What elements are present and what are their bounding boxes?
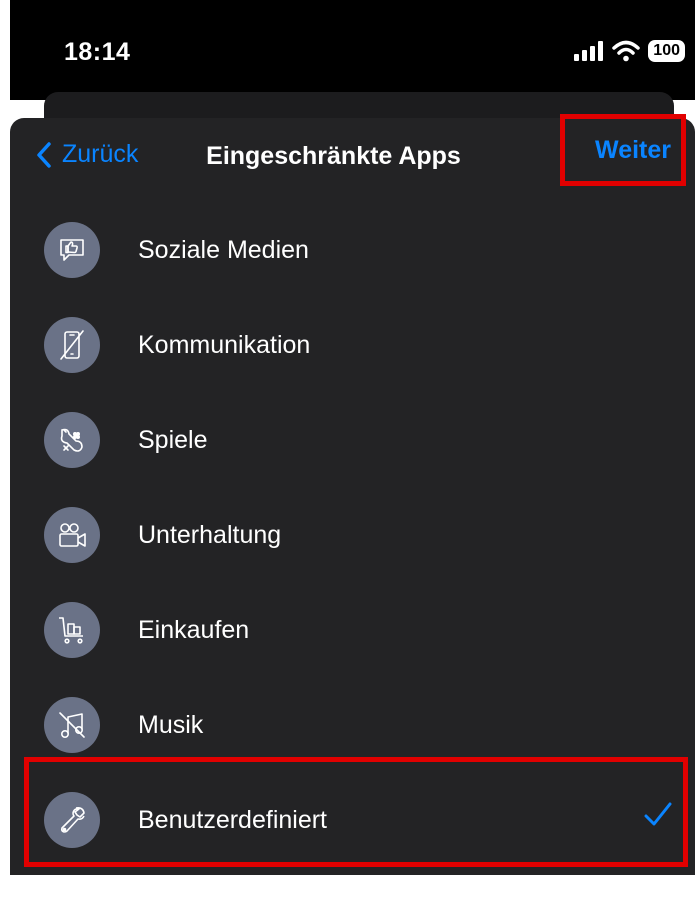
video-camera-icon bbox=[44, 507, 100, 563]
phone-screen: 18:14 100 Zurück Eingeschränkte Apps Wei… bbox=[0, 0, 695, 901]
category-label: Musik bbox=[138, 710, 204, 739]
wifi-icon bbox=[612, 40, 641, 62]
shopping-cart-icon bbox=[44, 602, 100, 658]
back-label: Zurück bbox=[62, 140, 139, 168]
category-communication[interactable]: Kommunikation bbox=[44, 313, 684, 377]
sheet-bottom-edge bbox=[10, 875, 695, 901]
category-entertainment[interactable]: Unterhaltung bbox=[44, 503, 684, 567]
category-music[interactable]: Musik bbox=[44, 693, 684, 757]
phone-slash-icon bbox=[44, 317, 100, 373]
status-icons: 100 bbox=[574, 40, 685, 62]
category-games[interactable]: Spiele bbox=[44, 408, 684, 472]
back-button[interactable]: Zurück bbox=[36, 140, 138, 169]
category-label: Unterhaltung bbox=[138, 520, 282, 549]
category-shopping[interactable]: Einkaufen bbox=[44, 598, 684, 662]
social-like-icon bbox=[44, 222, 100, 278]
category-label: Kommunikation bbox=[138, 330, 311, 359]
status-time: 18:14 bbox=[64, 38, 131, 66]
category-label: Soziale Medien bbox=[138, 235, 309, 264]
next-label: Weiter bbox=[595, 135, 671, 164]
category-label: Einkaufen bbox=[138, 615, 250, 644]
signal-icon bbox=[574, 41, 604, 61]
category-social-media[interactable]: Soziale Medien bbox=[44, 218, 684, 282]
category-label: Spiele bbox=[138, 425, 208, 454]
chevron-left-icon bbox=[37, 141, 51, 168]
battery-indicator: 100 bbox=[648, 40, 685, 62]
gamepad-icon bbox=[44, 412, 100, 468]
selection-highlight bbox=[24, 757, 688, 867]
music-off-icon bbox=[44, 697, 100, 753]
next-button[interactable]: Weiter bbox=[560, 114, 686, 186]
